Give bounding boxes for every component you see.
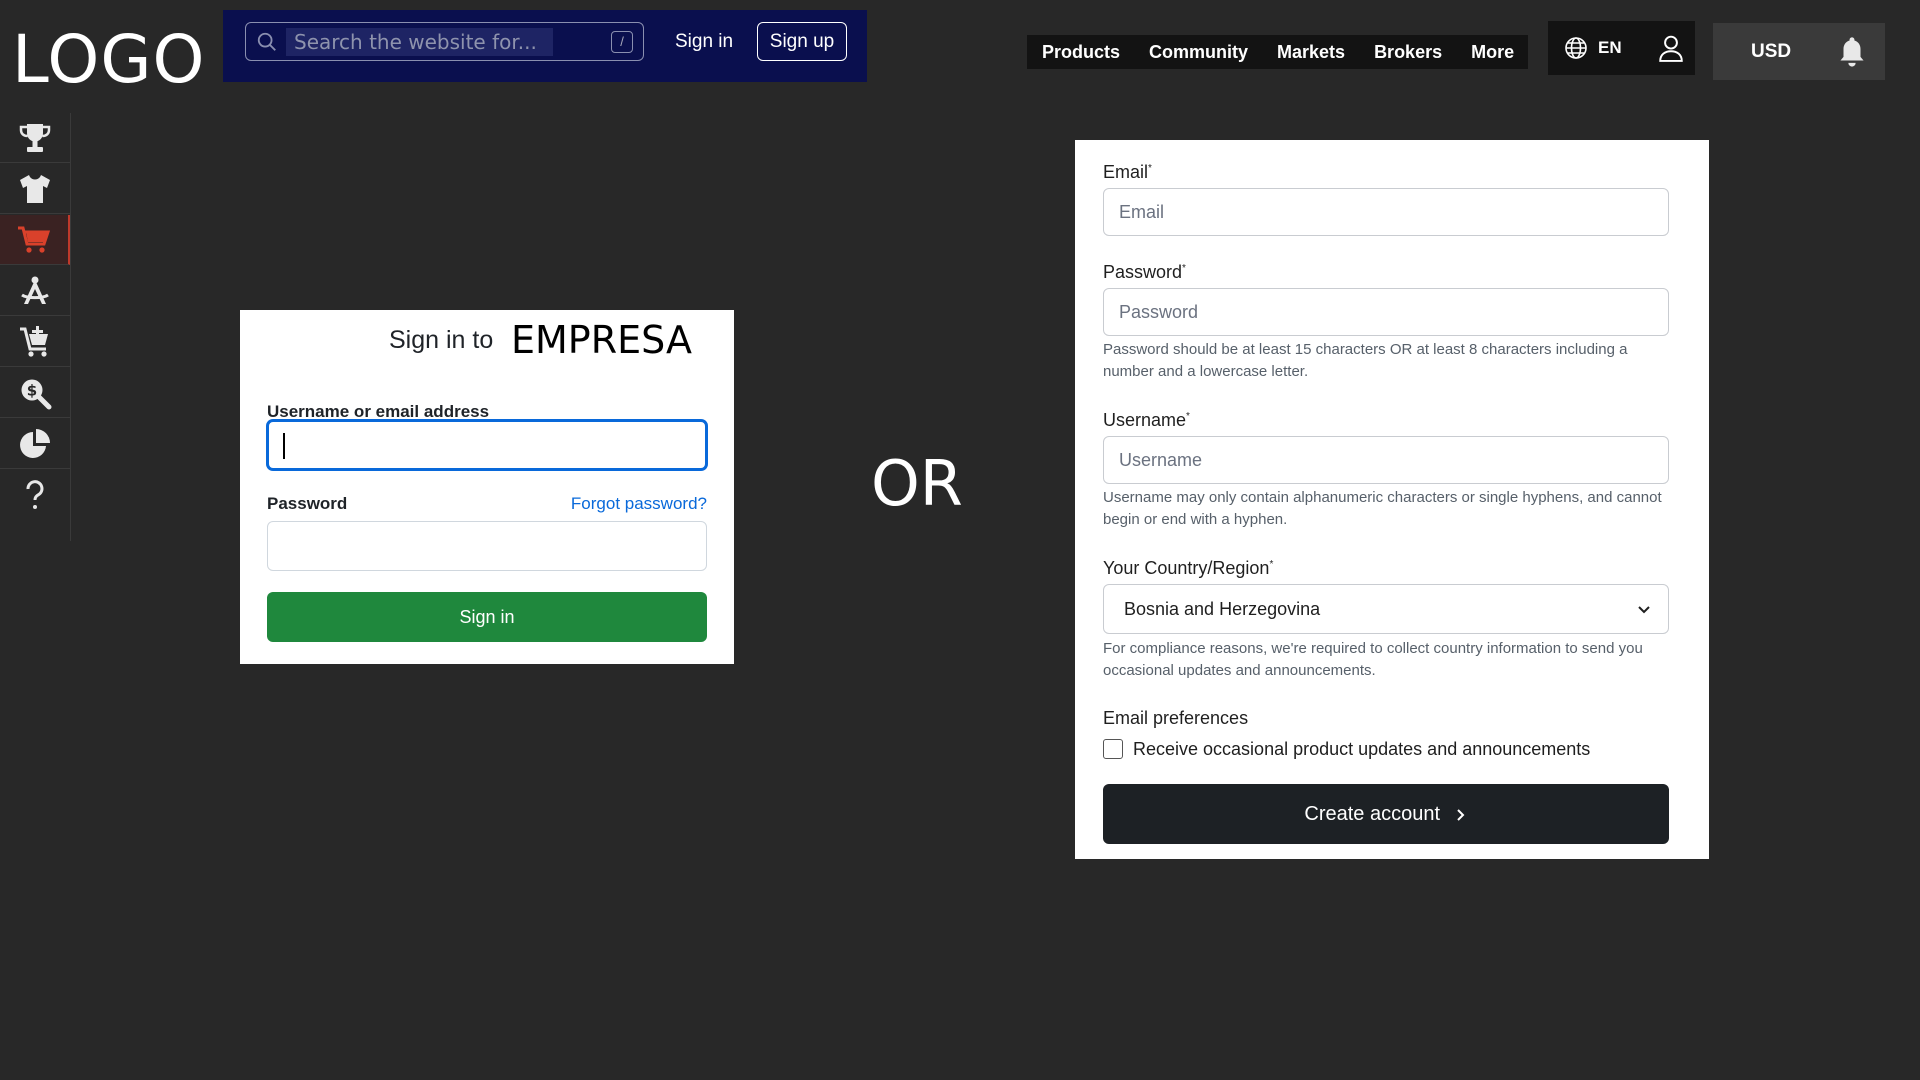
sidebar-item-search-dollar[interactable]: $	[0, 368, 70, 418]
sidebar-item-cart-plus[interactable]	[0, 317, 70, 367]
nav-community[interactable]: Community	[1134, 35, 1262, 69]
chevron-down-icon	[1638, 606, 1650, 614]
cart-plus-icon	[20, 325, 48, 357]
chevron-right-icon	[1456, 809, 1465, 821]
search-dollar-icon: $	[21, 379, 52, 409]
updates-checkbox-label[interactable]: Receive occasional product updates and a…	[1133, 737, 1590, 761]
nav-products[interactable]: Products	[1027, 35, 1134, 69]
sidebar-item-tshirt[interactable]	[0, 164, 70, 214]
sidebar: $	[0, 113, 71, 541]
sidebar-item-trophy[interactable]	[0, 113, 70, 163]
signup-password-label: Password*	[1103, 262, 1186, 282]
sidebar-item-pie-chart[interactable]	[0, 419, 70, 469]
country-label: Your Country/Region*	[1103, 558, 1274, 578]
signin-button[interactable]: Sign in	[267, 592, 707, 642]
email-field[interactable]: Email	[1103, 188, 1669, 236]
email-label: Email*	[1103, 162, 1152, 182]
username-help-text: Username may only contain alphanumeric c…	[1103, 489, 1662, 528]
tools-icon	[21, 276, 49, 304]
sidebar-item-tools[interactable]	[0, 266, 70, 316]
updates-checkbox[interactable]	[1103, 739, 1123, 759]
cart-icon	[18, 226, 51, 253]
pie-chart-icon	[20, 428, 50, 458]
question-icon	[26, 480, 44, 509]
trophy-icon	[19, 123, 51, 152]
sidebar-item-cart[interactable]	[0, 215, 70, 265]
search-box[interactable]: Search the website for... /	[245, 22, 644, 61]
signin-card: Sign in to EMPRESA Username or email add…	[240, 310, 734, 664]
password-input[interactable]	[267, 521, 707, 571]
country-select[interactable]: Bosnia and Herzegovina	[1103, 584, 1669, 634]
create-account-button[interactable]: Create account	[1103, 784, 1669, 844]
header-signup-button[interactable]: Sign up	[757, 22, 847, 61]
currency-selector[interactable]: USD	[1751, 40, 1791, 64]
bell-icon[interactable]	[1837, 35, 1867, 69]
search-shortcut-badge: /	[611, 31, 633, 53]
username-input[interactable]	[267, 420, 707, 470]
username-field[interactable]: Username	[1103, 436, 1669, 484]
signin-title: Sign in to	[389, 326, 494, 354]
header-signin-link[interactable]: Sign in	[675, 30, 733, 54]
svg-text:$: $	[27, 381, 37, 399]
language-user-box: EN	[1548, 21, 1695, 75]
currency-box: USD	[1713, 23, 1885, 80]
user-icon[interactable]	[1658, 34, 1684, 62]
search-icon	[257, 32, 276, 51]
globe-icon[interactable]	[1564, 36, 1588, 60]
country-value: Bosnia and Herzegovina	[1124, 599, 1321, 619]
nav-markets[interactable]: Markets	[1262, 35, 1359, 69]
email-preferences-label: Email preferences	[1103, 708, 1249, 728]
password-label: Password	[267, 494, 348, 513]
signup-card: Email* Email Password* Password Password…	[1075, 140, 1709, 859]
language-selector[interactable]: EN	[1598, 37, 1622, 59]
logo[interactable]: LOGO	[12, 22, 205, 98]
password-help-text: Password should be at least 15 character…	[1103, 341, 1628, 380]
signin-brand: EMPRESA	[511, 318, 692, 362]
forgot-password-link[interactable]: Forgot password?	[571, 493, 707, 515]
country-help-text: For compliance reasons, we're required t…	[1103, 640, 1643, 679]
main-nav: Products Community Markets Brokers More	[1027, 35, 1529, 69]
tshirt-icon	[20, 174, 50, 203]
search-input[interactable]: Search the website for...	[286, 28, 553, 56]
or-divider: OR	[871, 447, 963, 520]
signup-password-field[interactable]: Password	[1103, 288, 1669, 336]
sidebar-item-help[interactable]	[0, 470, 70, 520]
header-left: Search the website for... / Sign in Sign…	[223, 10, 867, 82]
username-label: Username*	[1103, 410, 1190, 430]
nav-brokers[interactable]: Brokers	[1359, 35, 1456, 69]
create-account-label: Create account	[1304, 803, 1441, 825]
nav-more[interactable]: More	[1456, 35, 1528, 69]
